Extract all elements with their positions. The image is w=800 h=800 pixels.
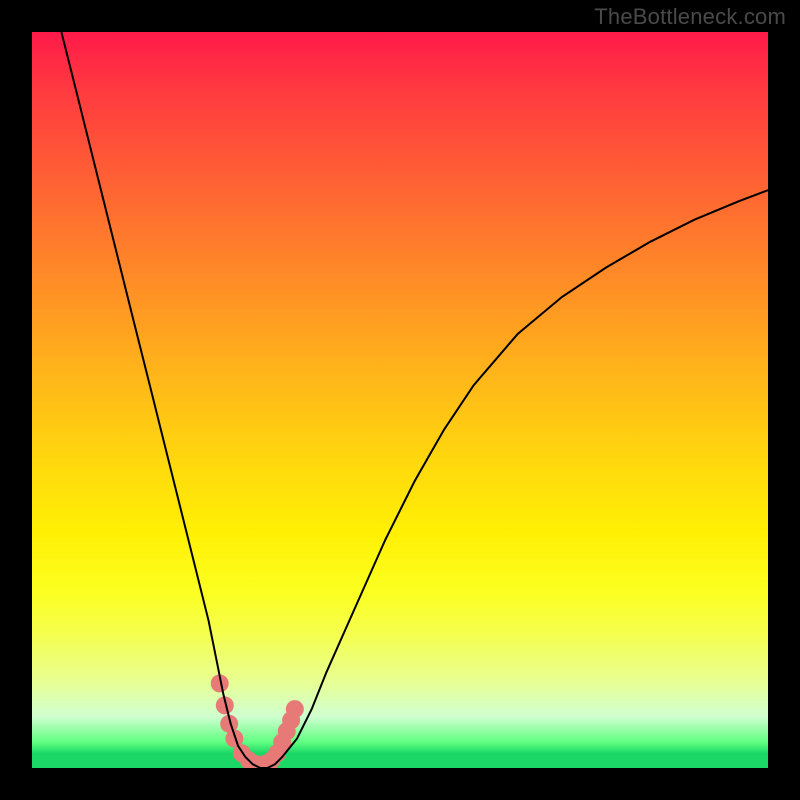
highlight-dots	[211, 674, 304, 768]
curve-layer	[32, 32, 768, 768]
bottleneck-curve	[61, 32, 768, 768]
plot-area	[32, 32, 768, 768]
watermark-text: TheBottleneck.com	[594, 4, 786, 30]
chart-frame: TheBottleneck.com	[0, 0, 800, 800]
highlight-dot	[286, 700, 304, 718]
